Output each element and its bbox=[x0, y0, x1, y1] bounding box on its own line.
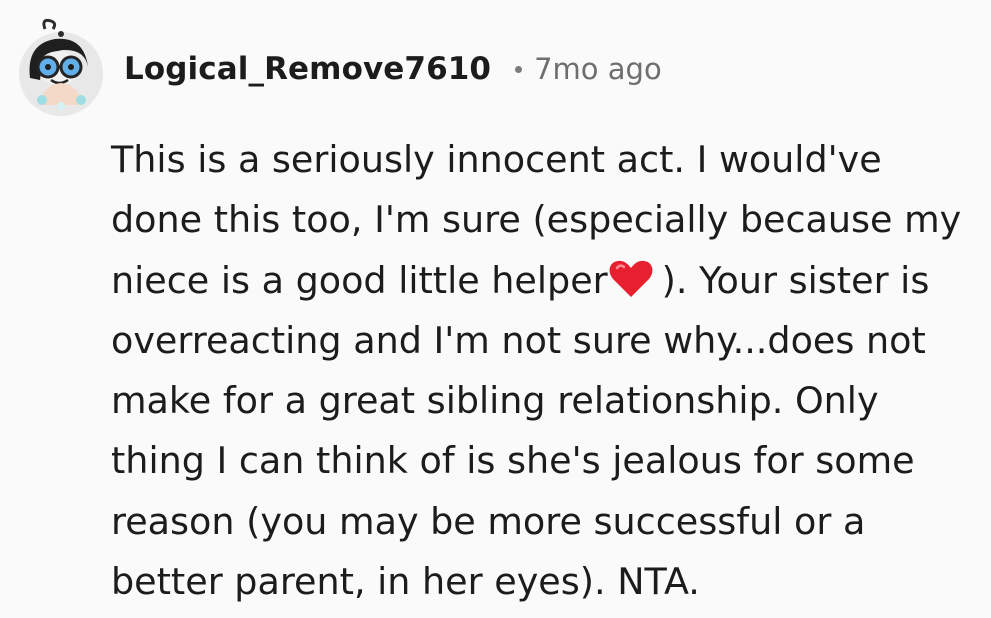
comment-line: reason (you may be more successful or a bbox=[111, 499, 866, 543]
red-heart-icon bbox=[609, 260, 653, 297]
comment-line: better parent, in her eyes). NTA. bbox=[111, 560, 700, 604]
comment-line: overreacting and I'm not sure why...does… bbox=[111, 318, 926, 362]
comment-line: This is a seriously innocent act. I woul… bbox=[111, 138, 882, 181]
comment-text: ). Your sister is bbox=[661, 258, 930, 302]
comment-body: This is a seriously innocent act. I woul… bbox=[111, 130, 981, 612]
comment-line: thing I can think of is she's jealous fo… bbox=[111, 439, 915, 483]
separator-dot bbox=[515, 65, 523, 73]
comment-line-with-emoji: niece is a good little helper ). Your si… bbox=[111, 251, 981, 311]
snoo-avatar-with-glasses-icon[interactable] bbox=[14, 14, 108, 118]
comment-header: Logical_Remove7610 7mo ago bbox=[14, 14, 662, 118]
comment-text: niece is a good little helper bbox=[111, 258, 608, 302]
comment-line: make for a great sibling relationship. O… bbox=[111, 379, 879, 423]
timestamp[interactable]: 7mo ago bbox=[534, 49, 662, 84]
comment: Logical_Remove7610 7mo ago This is a ser… bbox=[0, 0, 991, 618]
username-link[interactable]: Logical_Remove7610 bbox=[124, 48, 491, 85]
comment-line: done this too, I'm sure (especially beca… bbox=[111, 198, 962, 242]
